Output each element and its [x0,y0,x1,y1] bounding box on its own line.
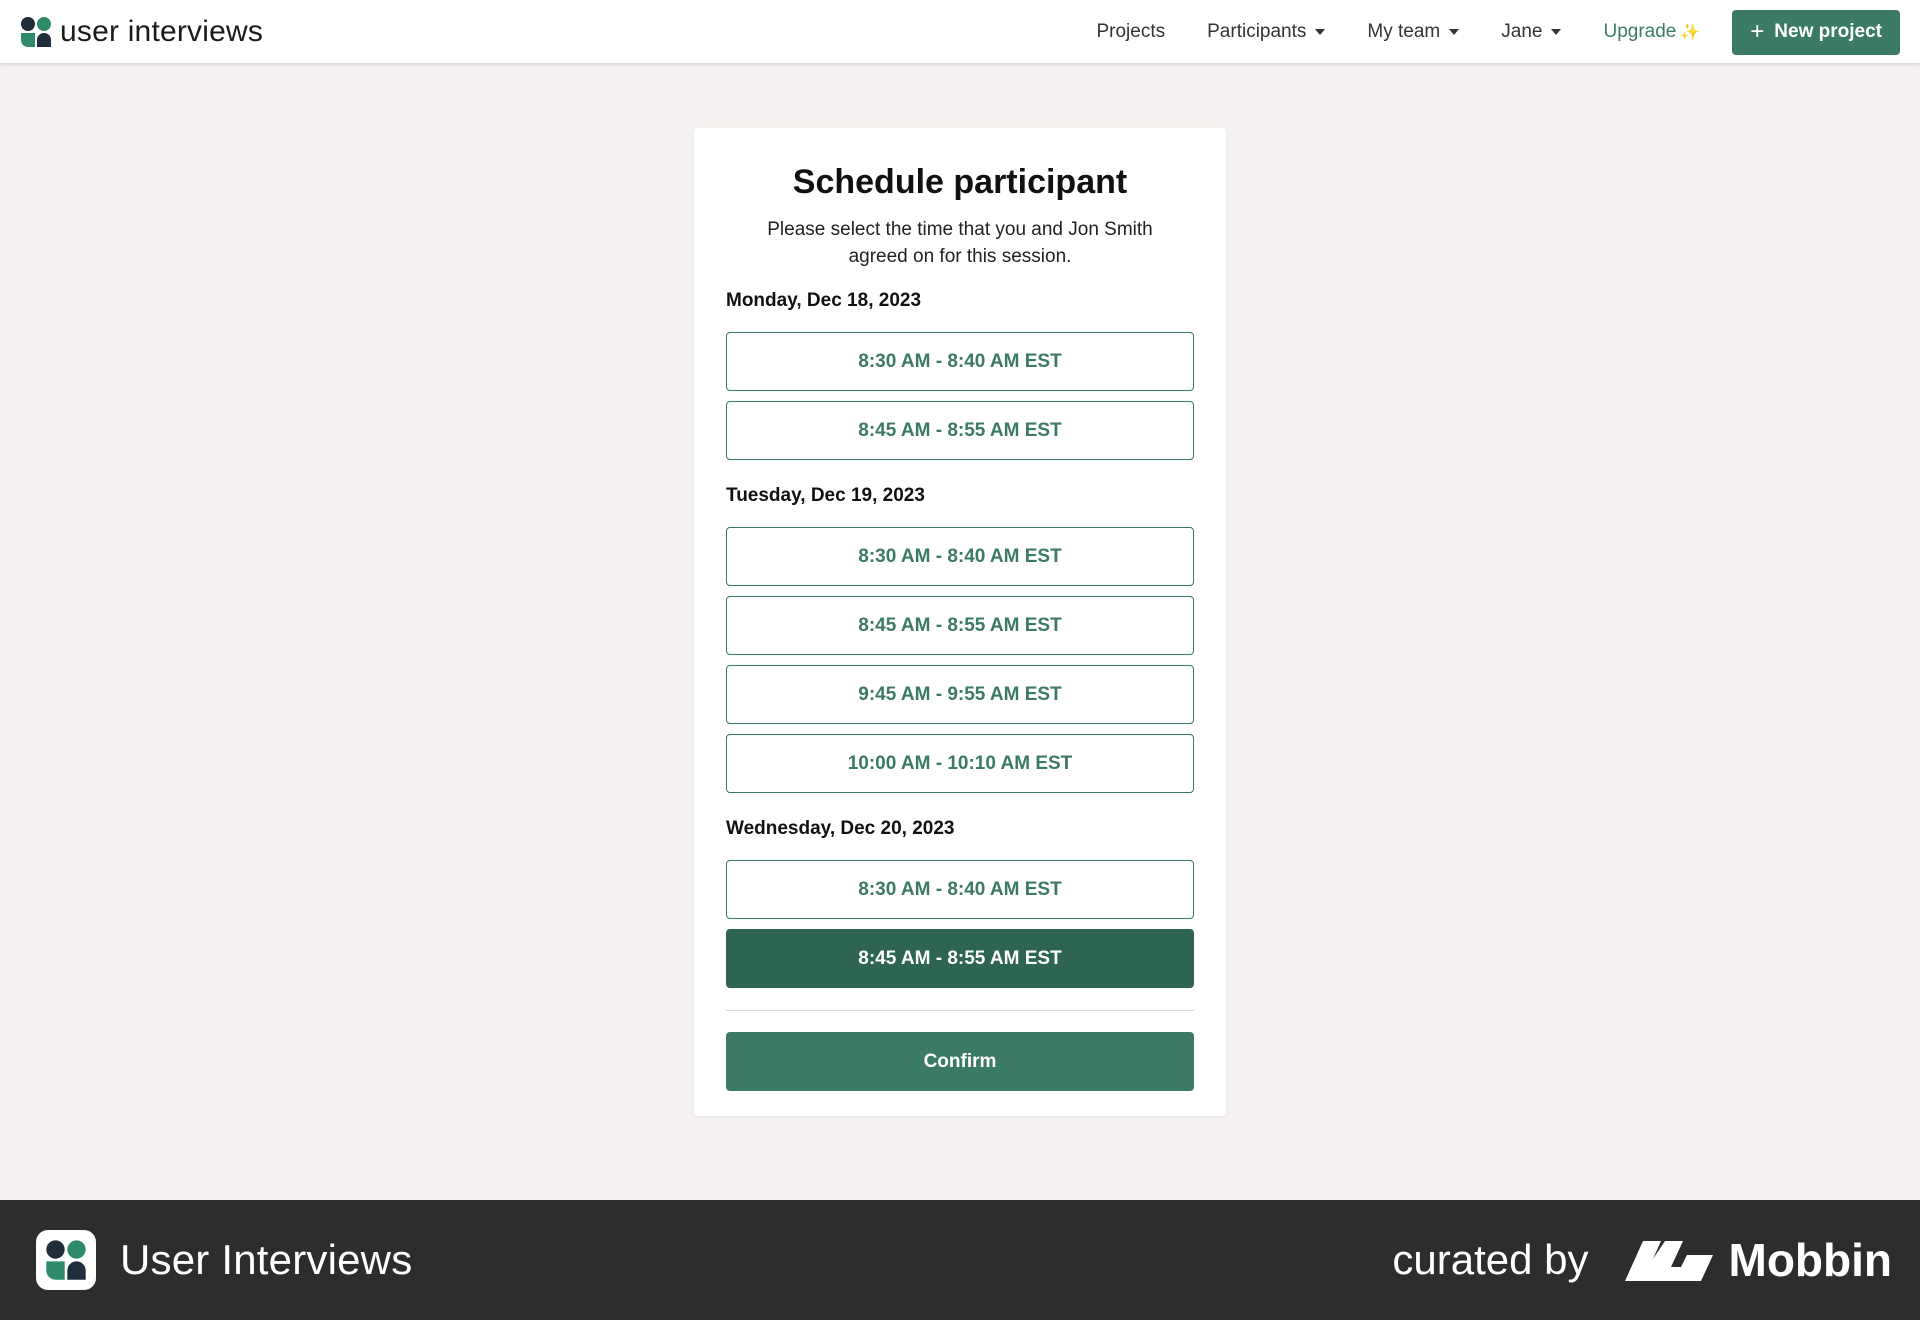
nav-item-participants[interactable]: Participants [1207,21,1326,43]
confirm-button[interactable]: Confirm [726,1032,1194,1091]
brand-name: user interviews [60,14,264,48]
schedule-participant-card: Schedule participant Please select the t… [694,128,1226,1116]
time-slot-option[interactable]: 9:45 AM - 9:55 AM EST [726,665,1194,724]
day-label-monday: Monday, Dec 18, 2023 [726,290,922,311]
mobbin-logo: Mobbin [1624,1233,1893,1287]
user-interviews-logo-icon [46,1240,86,1280]
footer-credit: curated by Mobbin [1392,1200,1892,1320]
mobbin-logo-icon [1624,1241,1713,1281]
curated-by-label: curated by [1392,1236,1589,1283]
nav-item-label: Jane [1501,21,1543,42]
page-title: Schedule participant [792,163,1128,201]
time-slot-option[interactable]: 8:30 AM - 8:40 AM EST [726,332,1194,391]
chevron-down-icon [1315,29,1326,35]
user-interviews-logo-icon [21,16,51,47]
mobbin-name: Mobbin [1728,1234,1893,1286]
day-label-wednesday: Wednesday, Dec 20, 2023 [726,818,955,839]
nav-item-label: Projects [1096,21,1166,42]
nav-item-projects[interactable]: Projects [1096,21,1165,43]
sparkle-icon: ✨ [1680,24,1701,41]
footer-app-name: User Interviews [120,1236,413,1283]
nav-item-upgrade[interactable]: Upgrade ✨ [1603,21,1700,43]
footer-app: User Interviews [36,1230,412,1290]
divider [726,1010,1194,1011]
new-project-label: New project [1774,21,1882,42]
user-interviews-app-icon [36,1230,96,1290]
nav-item-my-team[interactable]: My team [1367,21,1460,43]
day-label-tuesday: Tuesday, Dec 19, 2023 [726,485,925,506]
chevron-down-icon [1551,29,1562,35]
time-slot-option[interactable]: 8:30 AM - 8:40 AM EST [726,860,1194,919]
time-slot-option[interactable]: 8:45 AM - 8:55 AM EST [726,401,1194,460]
time-slot-option[interactable]: 8:30 AM - 8:40 AM EST [726,527,1194,586]
card-description: Please select the time that you and Jon … [767,219,1153,267]
time-slot-option[interactable]: 10:00 AM - 10:10 AM EST [726,734,1194,793]
footer-banner: User Interviews curated by Mobbin [0,1200,1920,1320]
chevron-down-icon [1449,29,1460,35]
upgrade-label: Upgrade [1603,21,1677,42]
nav-item-label: Participants [1207,21,1307,42]
plus-icon: + [1750,18,1765,45]
nav-item-label: My team [1367,21,1441,42]
nav-menu: Projects Participants My team Jane Upgra… [1096,0,1900,64]
nav-item-user-menu[interactable]: Jane [1501,21,1562,43]
top-navigation: user interviews Projects Participants My… [0,0,1920,64]
brand-home-link[interactable]: user interviews [20,15,263,49]
time-slot-option[interactable]: 8:45 AM - 8:55 AM EST [726,596,1194,655]
time-slot-option-selected[interactable]: 8:45 AM - 8:55 AM EST [726,929,1194,988]
new-project-button[interactable]: + New project [1732,9,1900,55]
